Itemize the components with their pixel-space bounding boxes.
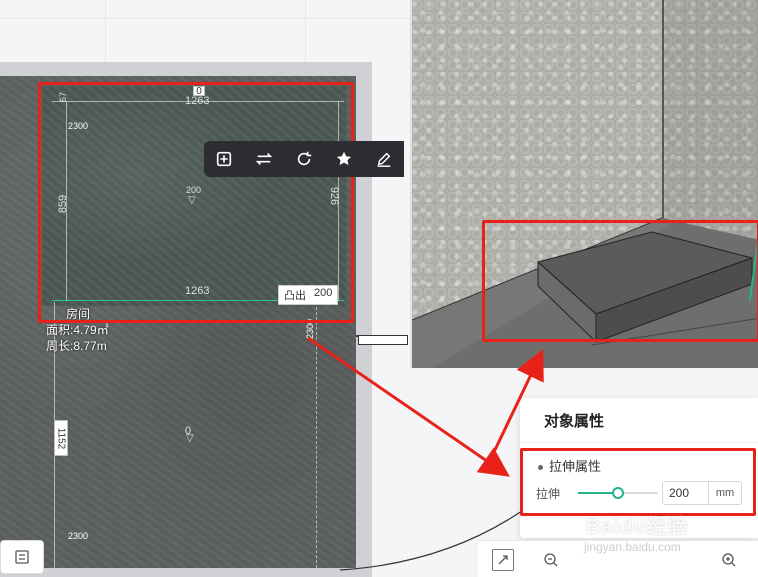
annotation-arrows <box>307 336 544 477</box>
zoom-out-icon <box>544 553 558 567</box>
app-canvas: 1263 1263 859 926 67 0 2300 2300 2300 11… <box>0 0 758 577</box>
zoom-in-icon <box>722 553 736 567</box>
zoom-in-button[interactable] <box>718 549 740 571</box>
watermark-brand: Baidu经验 <box>586 516 689 538</box>
watermark-url: jingyan.baidu.com <box>584 540 681 554</box>
fit-view-icon <box>498 555 508 565</box>
fit-view-button[interactable] <box>492 549 514 571</box>
zoom-out-button[interactable] <box>540 549 562 571</box>
